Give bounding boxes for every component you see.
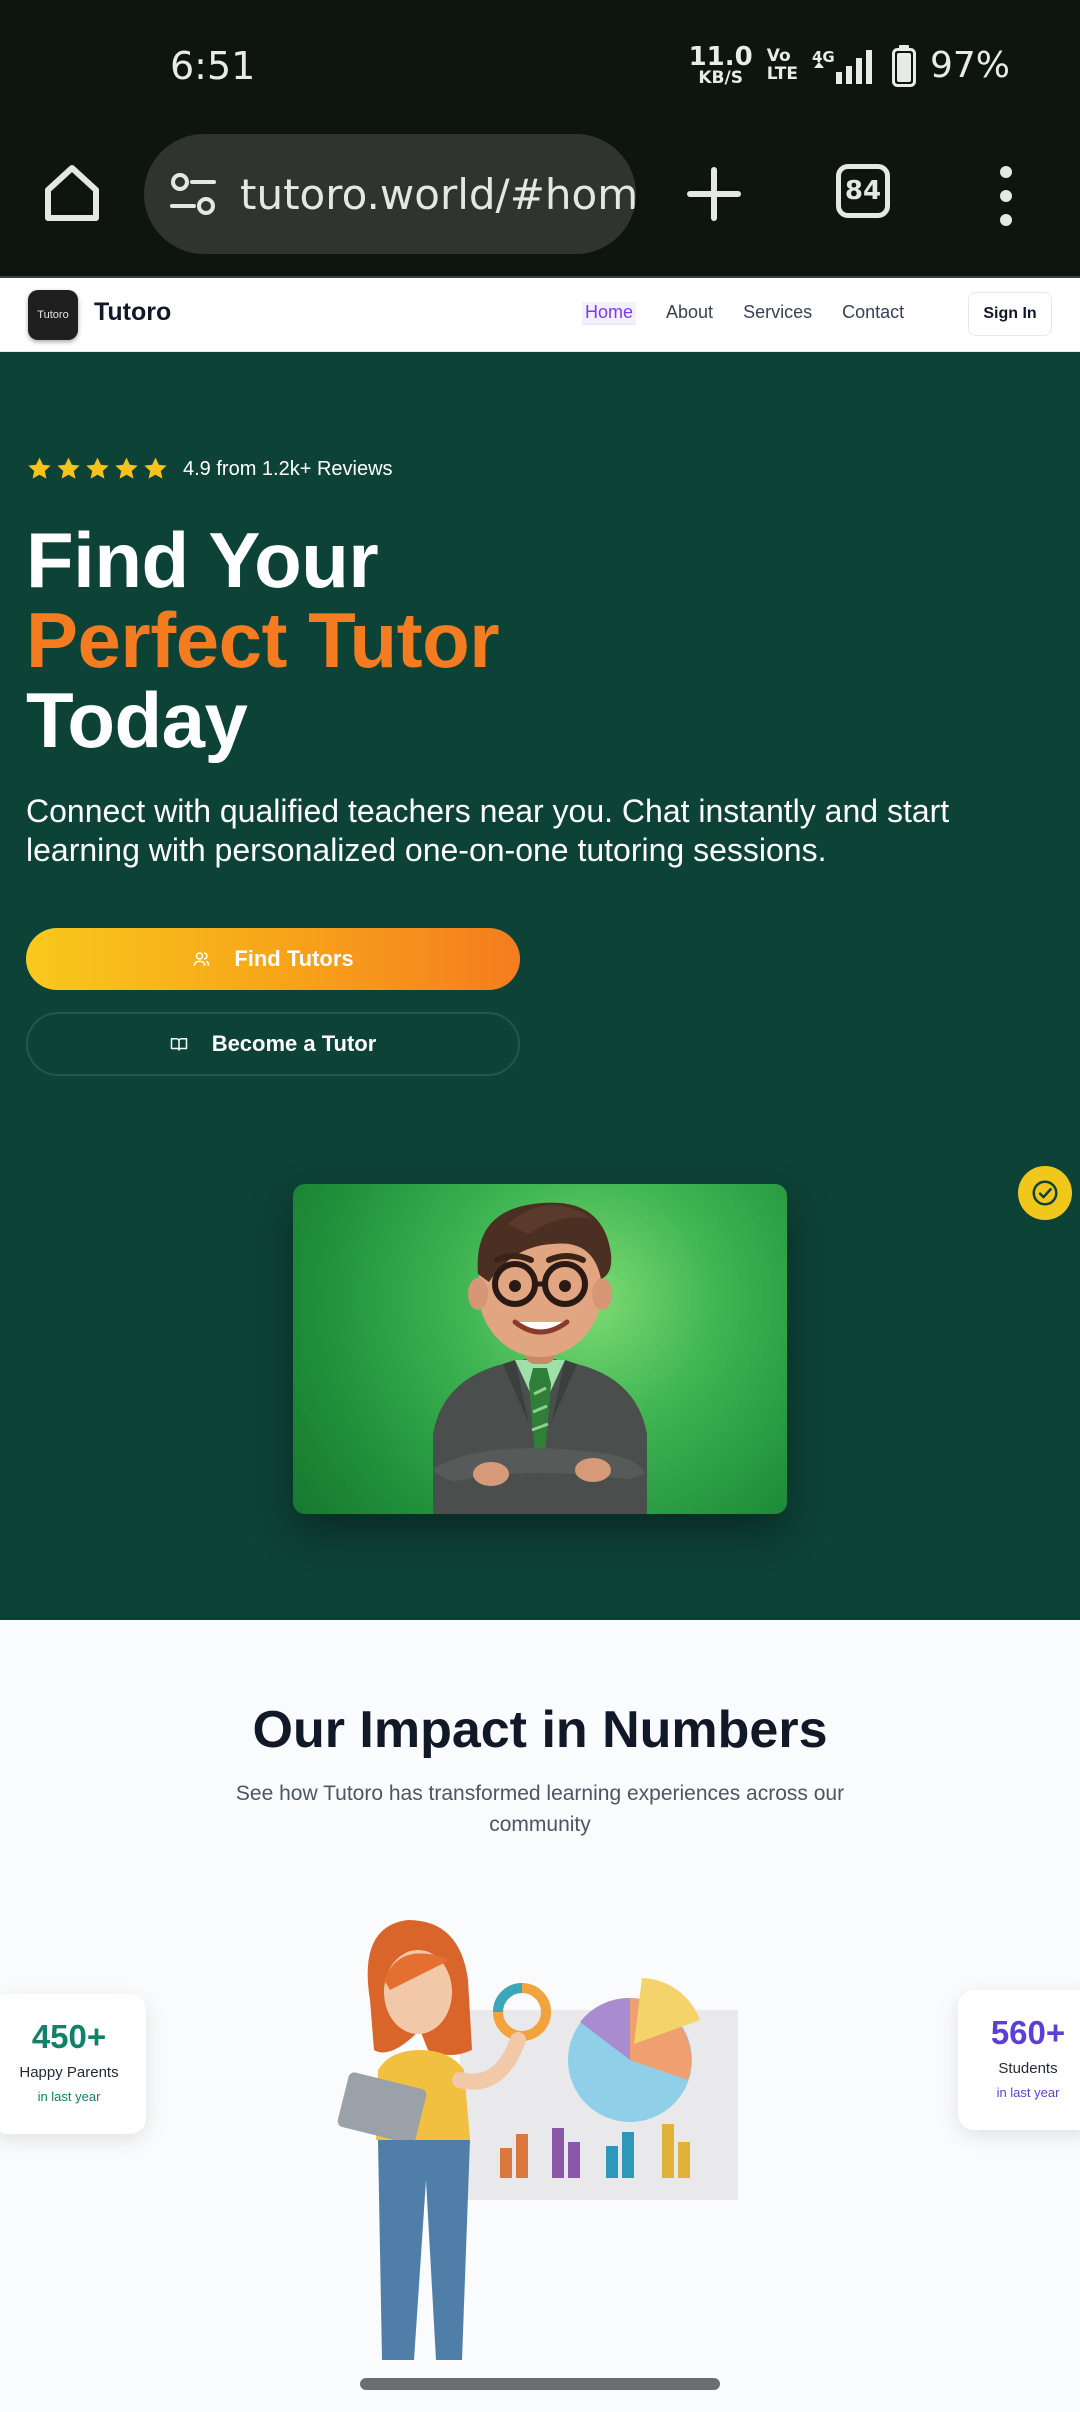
impact-section: Our Impact in Numbers See how Tutoro has…	[0, 1620, 1080, 2412]
become-tutor-label: Become a Tutor	[211, 1031, 377, 1056]
stat-label: Happy Parents	[19, 2064, 119, 2081]
hero-headline: Find Your Perfect Tutor Today	[26, 516, 500, 764]
headline-line-3: Today	[26, 676, 248, 764]
volte-indicator: Vo LTE	[766, 45, 798, 84]
star-icon	[115, 457, 138, 479]
site-header: Tutoro Tutoro Home About Services Contac…	[0, 280, 1080, 352]
plus-icon[interactable]	[684, 164, 744, 224]
net-speed-value: 11.0	[688, 42, 753, 72]
status-time: 6:51	[170, 44, 256, 88]
url-text[interactable]: tutoro.world/#home	[240, 170, 636, 219]
stat-label: Students	[998, 2060, 1058, 2077]
net-speed: 11.0 KB/S	[689, 44, 753, 87]
floating-badge[interactable]	[1018, 1166, 1072, 1220]
impact-title: Our Impact in Numbers	[252, 1701, 828, 1759]
tutor-image-card	[293, 1184, 787, 1514]
hero-subtext: Connect with qualified teachers near you…	[26, 793, 950, 868]
tutor-illustration	[433, 1202, 647, 1514]
nav-links: Home About Services Contact	[582, 302, 934, 325]
find-tutors-button[interactable]: Find Tutors	[26, 928, 520, 990]
rating: 4.9 from 1.2k+ Reviews	[26, 456, 393, 482]
stat-value: 560+	[990, 2014, 1066, 2051]
stat-card-students: 560+ Students in last year	[958, 1990, 1080, 2130]
star-icon	[57, 457, 80, 479]
rating-text: 4.9 from 1.2k+ Reviews	[183, 457, 393, 480]
home-icon[interactable]	[40, 160, 104, 224]
brand-logo[interactable]: Tutoro	[28, 290, 78, 340]
net-speed-unit: KB/S	[698, 68, 743, 88]
nav-link-about[interactable]: About	[666, 302, 713, 325]
stat-value: 450+	[31, 2018, 107, 2055]
battery-icon	[891, 44, 916, 87]
volte-bottom: LTE	[766, 63, 798, 84]
gesture-home-indicator[interactable]	[360, 2378, 720, 2390]
logo-text: Tutoro	[37, 309, 69, 321]
user-icon	[193, 952, 210, 966]
impact-subtitle: See how Tutoro has transformed learning …	[235, 1782, 845, 1836]
star-icon	[86, 457, 109, 479]
nav-link-contact[interactable]: Contact	[842, 302, 904, 325]
more-vert-icon[interactable]	[996, 166, 1016, 226]
tune-icon[interactable]	[168, 169, 218, 219]
status-icons: 11.0 KB/S Vo LTE 4G 97%	[689, 44, 1010, 87]
browser-toolbar: tutoro.world/#home 84	[0, 130, 1080, 278]
address-bar[interactable]: tutoro.world/#home	[144, 134, 636, 254]
hero-section: 4.9 from 1.2k+ Reviews Find Your Perfect…	[0, 352, 1080, 1620]
signal-icon: 4G	[812, 48, 872, 84]
headline-line-1: Find Your	[26, 516, 379, 604]
nav-link-services[interactable]: Services	[743, 302, 812, 325]
headline-line-2: Perfect Tutor	[26, 596, 500, 684]
network-type: 4G	[812, 48, 835, 66]
sign-in-button[interactable]: Sign In	[968, 292, 1052, 336]
become-tutor-button[interactable]: Become a Tutor	[26, 1012, 520, 1076]
check-circle-icon	[1032, 1180, 1058, 1206]
brand-name[interactable]: Tutoro	[94, 298, 171, 327]
battery-percent: 97%	[929, 45, 1010, 86]
impact-illustration	[337, 1920, 738, 2360]
star-icon	[144, 457, 167, 479]
find-tutors-label: Find Tutors	[234, 946, 354, 971]
stat-card-parents: 450+ Happy Parents in last year	[0, 1994, 146, 2134]
volte-top: Vo	[766, 45, 791, 66]
nav-link-home[interactable]: Home	[582, 302, 637, 325]
stat-period: in last year	[996, 2085, 1060, 2100]
status-bar: 6:51 11.0 KB/S Vo LTE 4G 97%	[0, 0, 1080, 130]
tab-switcher-button[interactable]: 84	[836, 164, 890, 218]
star-icon	[28, 457, 51, 479]
stat-period: in last year	[37, 2089, 101, 2104]
book-open-icon	[170, 1038, 187, 1051]
